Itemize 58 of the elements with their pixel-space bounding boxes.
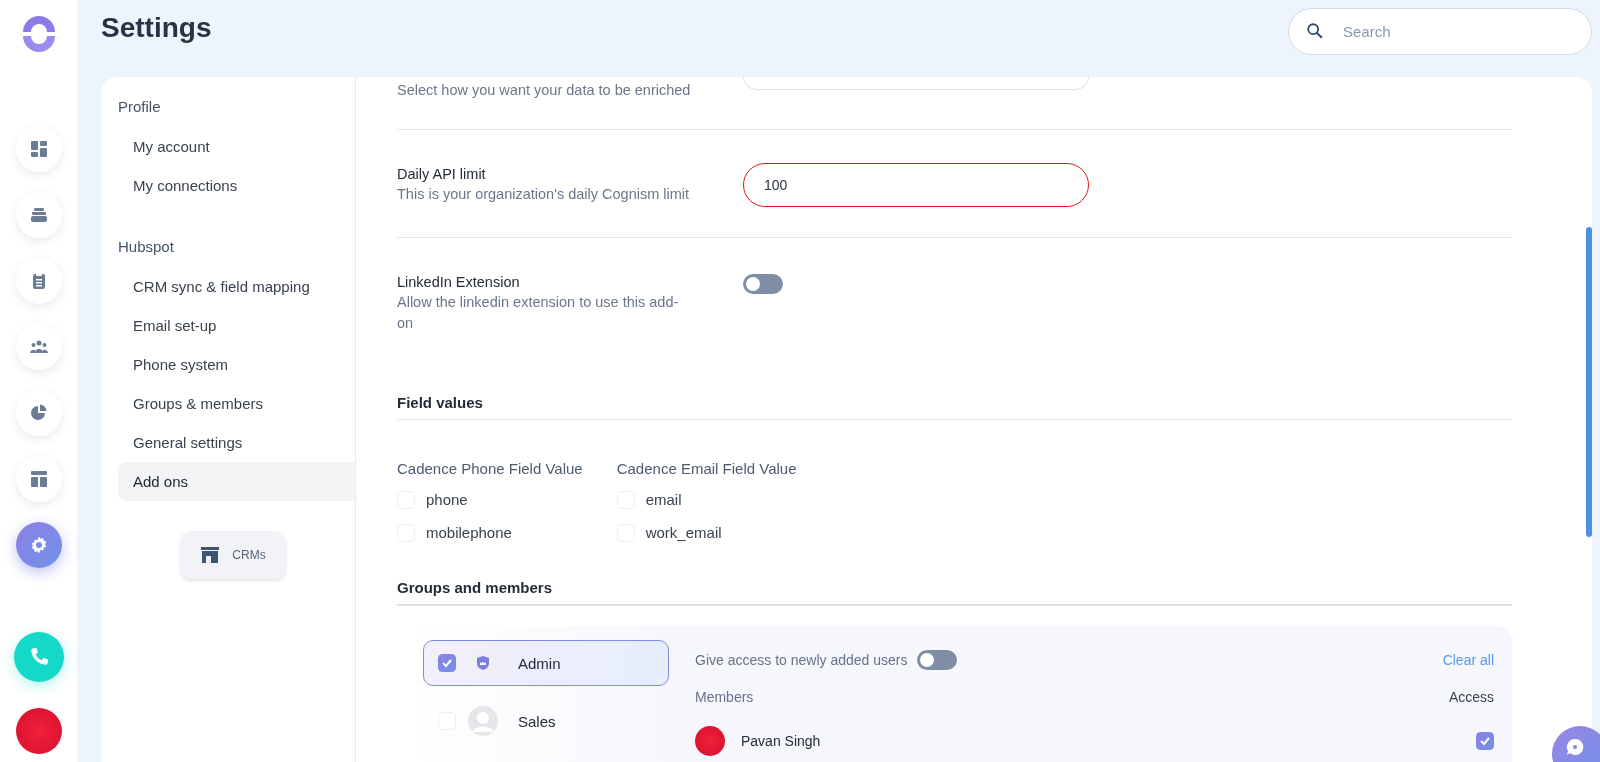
section-heading: Hubspot [118, 237, 175, 257]
section-heading: Groups and members [397, 579, 1512, 606]
api-limit-field[interactable]: 100 [743, 163, 1089, 207]
inbox-button[interactable] [15, 192, 62, 238]
check-icon [1479, 735, 1491, 747]
check-icon [441, 657, 453, 669]
group-item[interactable]: Admin [423, 640, 669, 686]
search-field[interactable]: Search [1288, 8, 1592, 55]
nav-item[interactable]: Add ons [118, 462, 355, 501]
shield-icon [468, 648, 498, 678]
store-icon [200, 546, 221, 564]
toggle-switch[interactable] [917, 650, 958, 670]
nav-item[interactable]: Email set-up [118, 306, 355, 345]
nav-item[interactable]: Groups & members [118, 384, 355, 423]
pie-button[interactable] [15, 390, 62, 436]
nav-item[interactable]: My connections [118, 166, 355, 205]
setting-description: Allow the linkedin extension to use this add-on [397, 293, 680, 333]
column-heading: Cadence Phone Field Value [397, 460, 583, 477]
setting-description: Select how you want your data to be enriched [397, 81, 692, 100]
scrollbar[interactable] [1586, 227, 1592, 537]
column-heading: Cadence Email Field Value [616, 460, 797, 477]
phone-button[interactable] [13, 632, 64, 682]
member-name: Pavan Singh [741, 733, 822, 749]
setting-description: This is your organization's daily Cognism limit [397, 185, 691, 204]
nav-item[interactable]: General settings [118, 423, 355, 462]
checkbox-label: work_email [645, 524, 722, 541]
section-heading: Field values [397, 394, 1512, 420]
nav-item[interactable]: CRM sync & field mapping [118, 267, 355, 306]
nav-item[interactable]: Phone system [118, 345, 355, 384]
column-heading: Access [1448, 689, 1494, 705]
checkbox[interactable] [438, 654, 456, 672]
person-avatar-icon [468, 706, 498, 736]
toggle-switch[interactable] [743, 274, 783, 294]
pie-icon [28, 403, 49, 423]
nav-item[interactable]: My account [118, 127, 355, 166]
checkbox-label: mobilephone [426, 524, 512, 541]
crms-button[interactable]: CRMs [180, 531, 286, 579]
search-icon [1306, 22, 1324, 40]
member-avatar [695, 726, 725, 756]
layout-button[interactable] [15, 456, 62, 502]
section-heading: Profile [118, 97, 162, 117]
setting-label: LinkedIn Extension [397, 274, 521, 290]
clipboard-button[interactable] [15, 258, 62, 304]
setting-label: Daily API limit [397, 166, 487, 182]
inbox-icon [28, 205, 49, 225]
toggle-label: Give access to newly added users [695, 652, 908, 668]
checkbox-label: email [645, 491, 682, 508]
page-title: Settings [101, 12, 212, 44]
settings-button[interactable] [15, 522, 62, 568]
column-heading: Members [695, 689, 754, 705]
dashboard-icon [28, 139, 49, 159]
people-button[interactable] [15, 324, 62, 370]
group-item[interactable]: Sales [423, 698, 669, 744]
checkbox[interactable] [1476, 732, 1494, 750]
layout-icon [28, 469, 49, 489]
dashboard-button[interactable] [15, 126, 62, 172]
user-avatar[interactable] [15, 708, 62, 754]
checkbox-label: phone [426, 491, 468, 508]
